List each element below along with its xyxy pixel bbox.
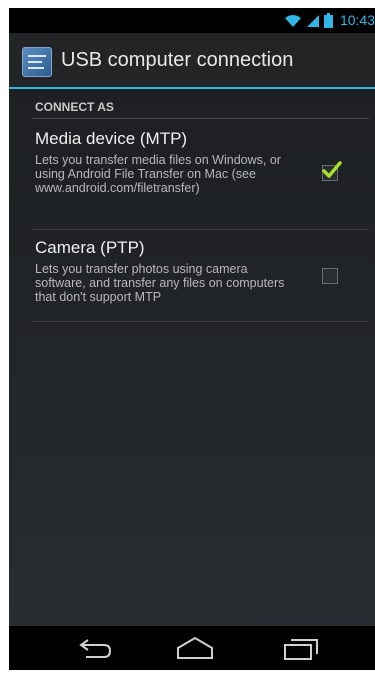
usb-settings-icon[interactable] — [22, 47, 52, 77]
battery-icon — [324, 13, 333, 31]
option-summary: Lets you transfer photos using camera so… — [35, 262, 285, 304]
option-ptp[interactable]: Camera (PTP) Lets you transfer photos us… — [32, 230, 369, 322]
status-icons — [284, 13, 333, 31]
page-title: USB computer connection — [61, 49, 294, 71]
recents-icon[interactable] — [281, 634, 321, 662]
option-summary: Lets you transfer media files on Windows… — [35, 153, 281, 195]
status-bar: 10:43 — [9, 8, 375, 33]
section-header-label: CONNECT AS — [35, 100, 114, 114]
navigation-bar — [9, 626, 375, 670]
signal-icon — [306, 14, 320, 31]
device-screen: 10:43 USB computer connection CONNECT AS… — [9, 8, 375, 670]
option-title: Camera (PTP) — [35, 238, 145, 257]
wifi-icon — [284, 14, 302, 31]
section-header: CONNECT AS — [32, 95, 369, 119]
ptp-checkbox[interactable] — [322, 268, 338, 284]
action-bar: USB computer connection — [9, 33, 375, 89]
home-icon[interactable] — [175, 634, 215, 662]
back-icon[interactable] — [76, 634, 116, 662]
option-title: Media device (MTP) — [35, 129, 188, 148]
option-mtp[interactable]: Media device (MTP) Lets you transfer med… — [32, 121, 369, 230]
checkmark-icon — [322, 161, 342, 178]
status-time: 10:43 — [339, 12, 375, 28]
mtp-checkbox[interactable] — [322, 161, 342, 181]
